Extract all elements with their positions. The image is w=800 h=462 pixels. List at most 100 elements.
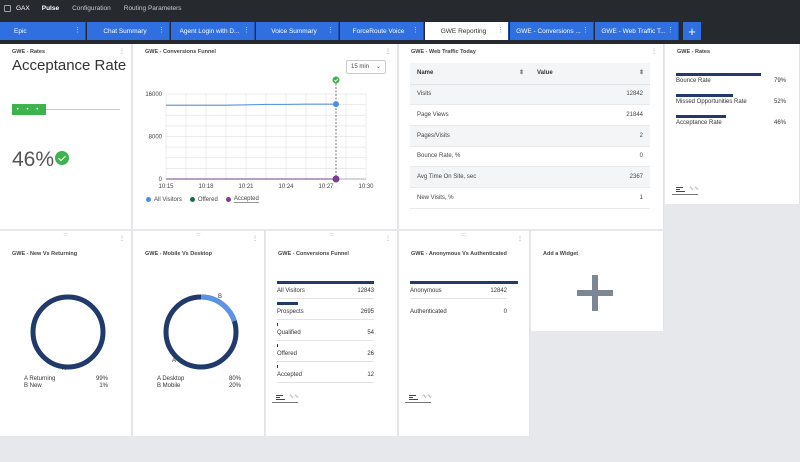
donut-chart-new-returning[interactable] bbox=[28, 292, 108, 372]
bar-view-icon[interactable] bbox=[409, 394, 418, 400]
x-tick-label: 10:24 bbox=[278, 184, 294, 190]
tab-gwe-conversions[interactable]: GWE - Conversions ... ⋮ bbox=[510, 22, 594, 40]
web-traffic-table: Name ⇕ Value ⇕ Visits 12842 Page Views 21844… bbox=[410, 63, 650, 209]
drag-handle-icon[interactable]: ::: bbox=[462, 232, 466, 238]
table-row: Visits 12842 bbox=[410, 84, 650, 106]
bar-view-icon[interactable] bbox=[276, 394, 285, 400]
rate-bar bbox=[676, 115, 726, 118]
kebab-icon[interactable]: ⋮ bbox=[158, 26, 165, 34]
sort-icon[interactable]: ⇕ bbox=[639, 69, 644, 76]
widget-title: Add a Widget bbox=[543, 251, 579, 257]
kebab-icon[interactable]: ⋮ bbox=[243, 26, 250, 34]
tab-label: GWE Reporting bbox=[440, 27, 487, 35]
bar-view-icon[interactable] bbox=[676, 186, 685, 192]
kebab-icon[interactable]: ⋮ bbox=[582, 26, 589, 34]
plus-icon[interactable] bbox=[577, 275, 613, 311]
check-circle-icon bbox=[55, 151, 69, 165]
legend-label-offered[interactable]: Offered bbox=[198, 197, 218, 203]
list-item: Accepted 12 bbox=[277, 365, 374, 383]
kebab-icon[interactable]: ⋮ bbox=[385, 235, 391, 242]
view-toggle: ∿∿ bbox=[676, 185, 699, 192]
status-bar: • • • bbox=[12, 104, 46, 115]
kebab-icon[interactable]: ⋮ bbox=[74, 26, 81, 34]
add-tab-button[interactable]: + bbox=[683, 22, 701, 40]
widget-title: GWE - Conversions Funnel bbox=[278, 251, 349, 257]
legend-label-accepted[interactable]: Accepted bbox=[233, 196, 259, 203]
donut-legend: A Desktop 80% B Mobile 20% bbox=[157, 376, 241, 389]
wave-view-icon[interactable]: ∿∿ bbox=[289, 393, 299, 400]
interval-value: 15 min bbox=[351, 64, 370, 70]
rate-missed-opportunities: Missed Opportunities Rate 52% bbox=[676, 94, 786, 105]
legend-dot-accepted bbox=[225, 197, 231, 202]
nav-item-pulse[interactable]: Pulse bbox=[42, 5, 59, 12]
sort-icon[interactable]: ⇕ bbox=[519, 69, 524, 76]
list-item: Qualified 54 bbox=[277, 323, 374, 341]
kebab-icon[interactable]: ⋮ bbox=[497, 26, 504, 34]
view-toggle: ∿∿ bbox=[276, 393, 299, 400]
app-logo[interactable]: GAX bbox=[4, 5, 30, 12]
table-row: New Visits, % 1 bbox=[410, 187, 650, 209]
tab-forceroute-voice[interactable]: ForceRoute Voice ⋮ bbox=[340, 22, 424, 40]
view-toggle: ∿∿ bbox=[409, 393, 432, 400]
x-tick-label: 10:15 bbox=[158, 184, 174, 190]
kebab-icon[interactable]: ⋮ bbox=[119, 48, 125, 55]
tab-agent-login[interactable]: Agent Login with D... ⋮ bbox=[171, 22, 255, 40]
wave-view-icon[interactable]: ∿∿ bbox=[422, 393, 432, 400]
widget-title: GWE - Rates bbox=[677, 49, 711, 55]
tab-gwe-reporting[interactable]: GWE Reporting ⋮ bbox=[425, 22, 509, 40]
tab-label: Agent Login with D... bbox=[179, 27, 240, 35]
series-point-accepted bbox=[332, 175, 340, 183]
donut-segment-mobile[interactable] bbox=[200, 294, 237, 323]
kebab-icon[interactable]: ⋮ bbox=[119, 235, 125, 242]
kebab-icon[interactable]: ⋮ bbox=[667, 26, 674, 34]
x-tick-label: 10:30 bbox=[358, 184, 374, 190]
wave-view-icon[interactable]: ∿∿ bbox=[689, 185, 699, 192]
donut-marker-b: B bbox=[218, 294, 223, 300]
legend-label-all-visitors[interactable]: All Visitors bbox=[154, 197, 182, 203]
x-tick-label: 10:27 bbox=[318, 184, 334, 190]
rate-bounce: Bounce Rate 79% bbox=[676, 73, 786, 84]
tab-chat-summary[interactable]: Chat Summary ⋮ bbox=[87, 22, 170, 40]
x-tick-label: 10:18 bbox=[198, 184, 214, 190]
chart-legend: All Visitors Offered Accepted bbox=[146, 196, 259, 203]
view-underline bbox=[672, 194, 698, 195]
column-header-name[interactable]: Name ⇕ bbox=[410, 63, 530, 85]
metric-value: 46% bbox=[12, 148, 55, 171]
donut-segment-returning[interactable] bbox=[30, 294, 106, 370]
nav-item-configuration[interactable]: Configuration bbox=[72, 5, 111, 12]
table-row: Bounce Rate, % 0 bbox=[410, 146, 650, 168]
tab-epic[interactable]: Epic ⋮ bbox=[0, 22, 86, 40]
list-item: Prospects 2695 bbox=[277, 302, 374, 320]
top-nav: GAX Pulse Configuration Routing Paramete… bbox=[0, 0, 800, 17]
legend-dot-offered bbox=[189, 197, 195, 202]
y-tick-label: 0 bbox=[159, 177, 163, 183]
kebab-icon[interactable]: ⋮ bbox=[385, 48, 391, 55]
kebab-icon[interactable]: ⋮ bbox=[517, 235, 523, 242]
donut-marker-a: A bbox=[172, 358, 177, 364]
drag-handle-icon[interactable]: ::: bbox=[196, 232, 200, 238]
table-row: Pages/Visits 2 bbox=[410, 125, 650, 147]
drag-handle-icon[interactable]: ::: bbox=[63, 232, 67, 238]
view-underline bbox=[272, 402, 298, 403]
conversions-line-chart[interactable]: 16000 8000 010:15 10:18 10:21 10:24 10:27 10:30 bbox=[133, 72, 398, 192]
tab-gwe-web-traffic[interactable]: GWE - Web Traffic T... ⋮ bbox=[595, 22, 679, 40]
widget-title: GWE - Web Traffic Today bbox=[411, 49, 476, 55]
tab-label: Chat Summary bbox=[103, 27, 147, 35]
drag-handle-icon[interactable]: ::: bbox=[329, 232, 333, 238]
nav-item-routing-parameters[interactable]: Routing Parameters bbox=[124, 5, 182, 12]
list-item: Anonymous 12842 bbox=[410, 281, 518, 299]
table-row: Page Views 21844 bbox=[410, 104, 650, 126]
metric-name: Acceptance Rate bbox=[12, 57, 127, 74]
kebab-icon[interactable]: ⋮ bbox=[651, 48, 657, 55]
chevron-down-icon: ⌄ bbox=[375, 64, 381, 70]
legend-dot-all-visitors bbox=[146, 197, 151, 202]
dashboard-tab-bar: Epic ⋮ Chat Summary ⋮ Agent Login with D… bbox=[0, 17, 800, 44]
tab-voice-summary[interactable]: Voice Summary ⋮ bbox=[256, 22, 339, 40]
series-point-all-visitors bbox=[333, 101, 339, 108]
kebab-icon[interactable]: ⋮ bbox=[412, 26, 419, 34]
app-logo-label: GAX bbox=[16, 5, 30, 12]
widget-title: GWE - Anonymous Vs Authenticated bbox=[411, 251, 507, 257]
kebab-icon[interactable]: ⋮ bbox=[327, 26, 334, 34]
column-header-value[interactable]: Value ⇕ bbox=[530, 63, 650, 85]
kebab-icon[interactable]: ⋮ bbox=[252, 235, 258, 242]
